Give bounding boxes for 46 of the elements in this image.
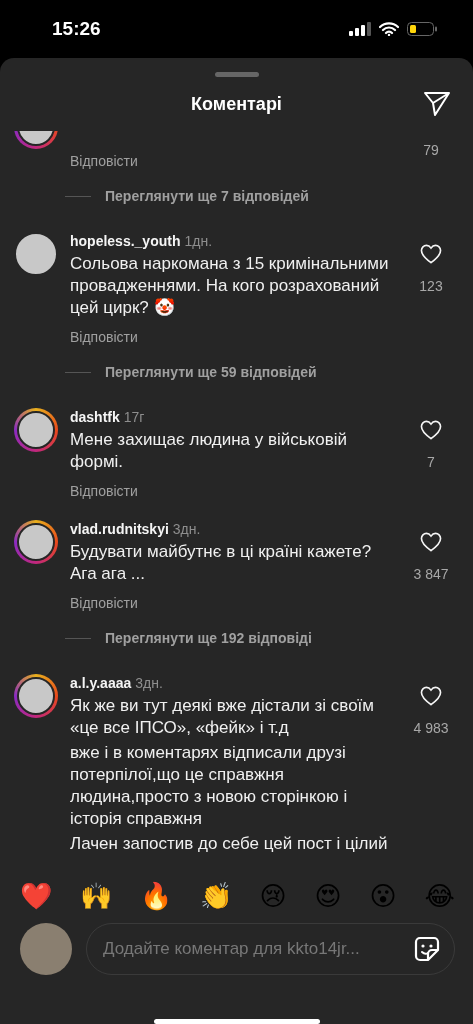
wifi-icon <box>379 22 399 36</box>
sheet-title: Коментарі <box>191 93 282 115</box>
sticker-icon[interactable] <box>413 935 441 963</box>
comment-text: Сольова наркомана з 15 кримінальними провадженнями. На кого розрахований цей цирк? 🤡 <box>70 253 390 319</box>
comment-time: 3дн. <box>135 675 163 691</box>
like-count: 3 847 <box>413 566 449 582</box>
emoji-reaction[interactable]: 👏 <box>199 879 232 913</box>
username[interactable]: hopeless._youth <box>70 233 181 249</box>
like-count: 4 983 <box>413 720 449 736</box>
username[interactable]: a.l.y.aaaa <box>70 675 132 691</box>
emoji-reaction[interactable]: 🔥 <box>139 879 172 913</box>
comment-text: Мене захищає людина у військовій формі. <box>70 429 348 473</box>
heart-icon[interactable] <box>420 420 442 440</box>
comment-text: Будувати майбутнє в ці країні кажете? Ага ага ... <box>70 541 373 585</box>
avatar[interactable] <box>14 520 58 564</box>
reply-link[interactable]: Відповісти <box>70 483 138 499</box>
signal-icon <box>349 22 371 36</box>
like-count: 123 <box>419 278 443 294</box>
reply-link[interactable]: Відповісти <box>70 595 138 611</box>
username[interactable]: dashtfk <box>70 409 120 425</box>
clock-time: 15:26 <box>52 18 101 40</box>
like-count: 79 <box>423 142 439 158</box>
emoji-reaction[interactable]: 🙌 <box>79 879 112 913</box>
comment-time: 3дн. <box>172 521 201 537</box>
emoji-reaction[interactable]: ❤ <box>20 879 52 913</box>
comment-text: вже і в коментарях відписали друзі потерпілої,що це справжня людина,просто з новою сторінкою і історія справжня <box>70 742 349 830</box>
reply-link[interactable]: Відповісти <box>70 329 138 345</box>
battery-icon <box>407 22 437 36</box>
send-icon[interactable] <box>423 91 451 117</box>
like-count: 7 <box>427 454 435 470</box>
view-replies-link[interactable]: Переглянути ще 59 відповідей <box>105 364 317 380</box>
heart-icon[interactable] <box>420 686 442 706</box>
avatar <box>20 923 72 975</box>
avatar[interactable] <box>14 674 58 718</box>
view-replies-link[interactable]: Переглянути ще 192 відповіді <box>105 630 312 646</box>
comment-input-field[interactable]: Додайте коментар для kkto14jr... <box>86 923 455 975</box>
comment-time: 17г <box>123 409 145 425</box>
heart-icon[interactable] <box>420 532 442 552</box>
heart-icon[interactable] <box>420 244 442 264</box>
reply-link[interactable]: Відповісти <box>70 153 138 169</box>
username[interactable]: vlad.rudnitskyi <box>70 521 169 537</box>
avatar[interactable] <box>14 408 58 452</box>
drag-handle[interactable] <box>214 72 259 77</box>
comment-text: Лачен запостив до себе цей пост і цілий <box>70 833 389 855</box>
comment-time: 1дн. <box>184 233 213 249</box>
view-replies-link[interactable]: Переглянути ще 7 відповідей <box>105 188 309 204</box>
